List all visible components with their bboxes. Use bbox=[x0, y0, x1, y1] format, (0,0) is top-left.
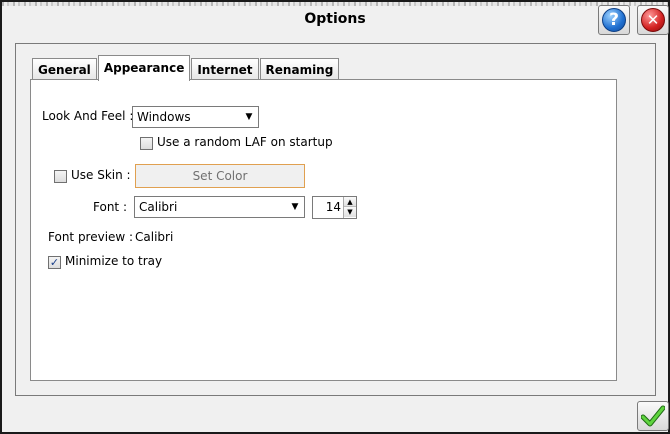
look-and-feel-value: Windows bbox=[137, 110, 191, 124]
font-size-spinner[interactable]: 14 ▲ ▼ bbox=[312, 196, 357, 219]
font-label: Font : bbox=[93, 200, 127, 214]
font-dropdown[interactable]: Calibri ▼ bbox=[134, 196, 305, 218]
dialog-title: Options bbox=[304, 11, 366, 27]
tab-general[interactable]: General bbox=[32, 58, 97, 80]
look-and-feel-label: Look And Feel : bbox=[42, 109, 134, 123]
set-color-button[interactable]: Set Color bbox=[135, 164, 305, 188]
options-dialog: Options ? ✕ General Appearance Internet … bbox=[0, 0, 670, 434]
spinner-down-icon[interactable]: ▼ bbox=[344, 207, 356, 217]
tab-appearance[interactable]: Appearance bbox=[97, 55, 191, 81]
spinner-buttons: ▲ ▼ bbox=[343, 197, 356, 218]
font-preview-value: Calibri bbox=[135, 230, 174, 244]
minimize-to-tray-checkbox[interactable]: ✓ bbox=[48, 256, 61, 269]
minimize-to-tray-label: Minimize to tray bbox=[65, 254, 163, 268]
spinner-up-icon[interactable]: ▲ bbox=[344, 197, 356, 207]
question-mark-icon: ? bbox=[602, 8, 626, 32]
font-preview-label: Font preview : bbox=[48, 230, 134, 244]
chevron-down-icon: ▼ bbox=[291, 202, 299, 212]
tab-bar: General Appearance Internet Renaming bbox=[32, 55, 340, 81]
checkmark-icon: ✓ bbox=[49, 256, 60, 269]
random-laf-checkbox[interactable] bbox=[140, 137, 153, 150]
chevron-down-icon: ▼ bbox=[245, 112, 253, 122]
title-bar-texture bbox=[2, 2, 668, 6]
help-button[interactable]: ? bbox=[598, 5, 630, 35]
close-button[interactable]: ✕ bbox=[637, 5, 669, 35]
checkmark-icon bbox=[641, 405, 665, 427]
tab-renaming[interactable]: Renaming bbox=[259, 58, 340, 80]
use-skin-label: Use Skin : bbox=[71, 168, 131, 182]
tab-internet[interactable]: Internet bbox=[191, 58, 259, 80]
ok-button[interactable] bbox=[637, 401, 669, 431]
font-value: Calibri bbox=[139, 200, 178, 214]
close-x-icon: ✕ bbox=[641, 8, 665, 32]
random-laf-label: Use a random LAF on startup bbox=[157, 135, 333, 149]
use-skin-checkbox[interactable] bbox=[54, 170, 67, 183]
font-size-value: 14 bbox=[325, 200, 341, 214]
look-and-feel-dropdown[interactable]: Windows ▼ bbox=[132, 106, 259, 128]
